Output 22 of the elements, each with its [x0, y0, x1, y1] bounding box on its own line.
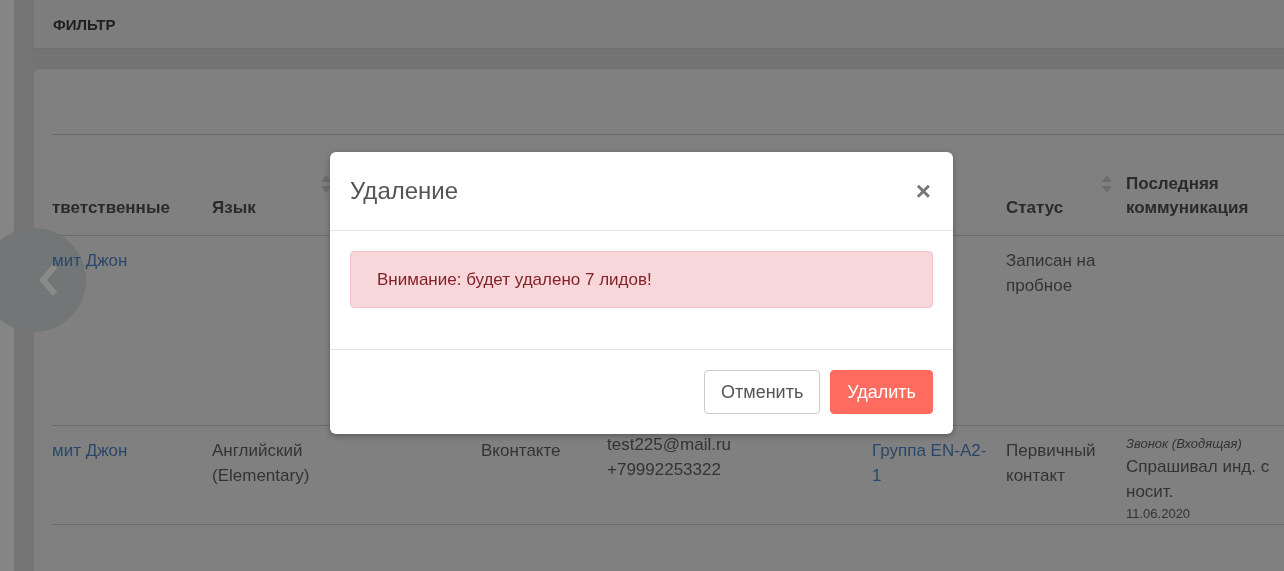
column-header: тветственные — [52, 197, 170, 220]
column-header: Статус — [1006, 197, 1064, 220]
table-cell-text: Английский (Elementary) — [212, 440, 311, 487]
communication-date: 11.06.2020 — [1126, 505, 1191, 523]
communication-type: Звонок (Входящая) — [1126, 435, 1242, 453]
table-cell-text: Первичный контакт — [1006, 440, 1097, 487]
column-header: Язык — [212, 197, 256, 220]
table-cell-text: Вконтакте — [481, 440, 561, 462]
close-button[interactable]: × — [913, 178, 933, 204]
contact-text: test225@mail.ru — [607, 434, 732, 456]
responsible-link[interactable]: мит Джон — [52, 438, 128, 463]
column-header: Последняя коммуникация — [1125, 172, 1250, 220]
table-cell-text: Записан на пробное — [1006, 250, 1097, 297]
delete-button[interactable]: Удалить — [830, 370, 933, 414]
cancel-button[interactable]: Отменить — [704, 370, 821, 414]
group-link[interactable]: Группа EN-A2-1 — [872, 438, 992, 488]
filter-title: ФИЛЬТР — [53, 15, 116, 33]
modal-title: Удаление — [350, 177, 459, 205]
contact-text: +79992253322 — [607, 459, 721, 481]
responsible-link[interactable]: мит Джон — [52, 248, 128, 273]
communication-text: Спрашивал инд. с носит. — [1126, 456, 1271, 503]
alert-text: Внимание: будет удалено 7 лидов! — [377, 269, 652, 290]
